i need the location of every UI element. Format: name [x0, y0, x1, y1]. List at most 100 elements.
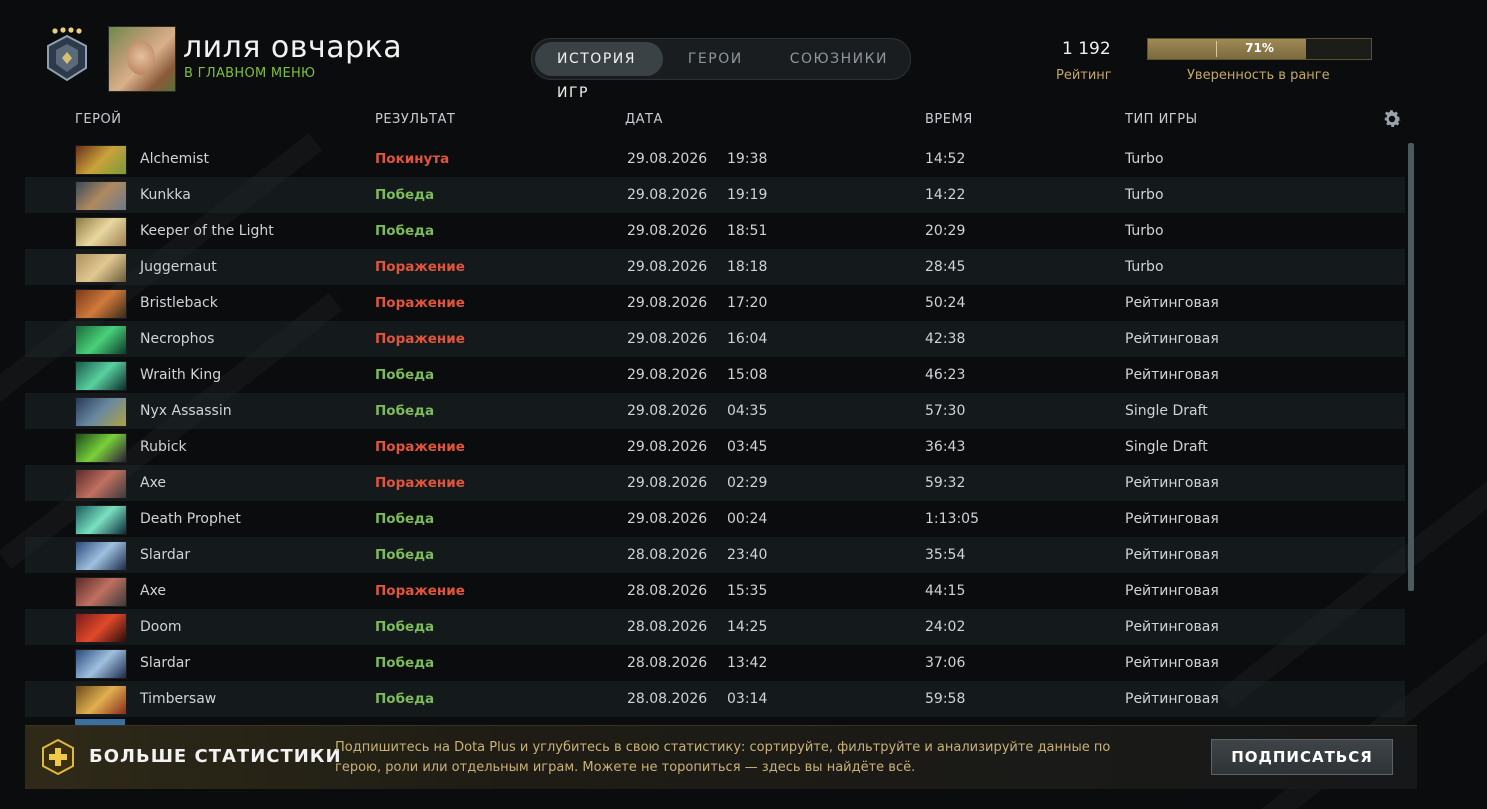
match-start-time: 02:29 [727, 475, 768, 491]
match-row[interactable]: Death Prophet Победа 29.08.2026 00:24 1:13:0… [25, 501, 1405, 537]
game-type: Рейтинговая [1125, 691, 1219, 707]
match-row[interactable]: Slardar Победа 28.08.2026 13:42 37:06 Рейтинг… [25, 645, 1405, 681]
match-start-time: 04:35 [727, 403, 768, 419]
subscribe-button[interactable]: ПОДПИСАТЬСЯ [1211, 739, 1393, 775]
match-start-time: 23:40 [727, 547, 768, 563]
profile-header: лиля овчарка В ГЛАВНОМ МЕНЮ ИСТОРИЯ ИГР … [0, 0, 1487, 101]
hero-portrait [75, 217, 127, 247]
match-start-time: 17:20 [727, 295, 768, 311]
match-row[interactable]: Wraith King Победа 29.08.2026 15:08 46:23 Рей… [25, 357, 1405, 393]
match-start-time: 13:42 [727, 655, 768, 671]
match-start-time: 18:51 [727, 223, 768, 239]
match-date: 29.08.2026 [627, 223, 708, 239]
gear-icon[interactable] [1381, 108, 1403, 130]
match-row[interactable]: Rubick Поражение 29.08.2026 03:45 36:43 Singl… [25, 429, 1405, 465]
match-result: Покинута [375, 151, 450, 167]
match-list: Alchemist Покинута 29.08.2026 19:38 14:52 Tur… [25, 141, 1417, 725]
hero-name: Wraith King [140, 367, 222, 383]
match-result: Победа [375, 547, 435, 563]
rank-confidence-percent: 71% [1245, 41, 1274, 55]
promo-description: Подпишитесь на Dota Plus и углубитесь в … [335, 740, 1111, 775]
dota-plus-promo: БОЛЬШЕ СТАТИСТИКИ Подпишитесь на Dota Pl… [25, 725, 1417, 789]
hero-name: Death Prophet [140, 511, 241, 527]
hero-name: Juggernaut [140, 259, 217, 275]
match-row[interactable]: Kunkka Победа 29.08.2026 19:19 14:22 Turbo [25, 177, 1405, 213]
match-start-time: 18:18 [727, 259, 768, 275]
scrollbar[interactable] [1408, 143, 1414, 591]
match-date: 29.08.2026 [627, 151, 708, 167]
match-duration: 36:43 [925, 439, 966, 455]
hero-portrait [75, 433, 127, 463]
match-date: 29.08.2026 [627, 259, 708, 275]
match-date: 28.08.2026 [627, 547, 708, 563]
hero-portrait [75, 397, 127, 427]
hero-name: Timbersaw [140, 691, 217, 707]
match-duration: 46:23 [925, 367, 966, 383]
game-type: Single Draft [1125, 439, 1208, 455]
hero-name: Doom [140, 619, 182, 635]
match-start-time: 14:25 [727, 619, 768, 635]
match-duration: 57:30 [925, 403, 966, 419]
hero-portrait [75, 613, 127, 643]
game-type: Single Draft [1125, 403, 1208, 419]
player-name: лиля овчарка [183, 30, 403, 65]
tab-allies[interactable]: СОЮЗНИКИ [768, 42, 910, 76]
match-result: Поражение [375, 295, 465, 311]
hero-portrait [75, 145, 127, 175]
match-duration: 59:32 [925, 475, 966, 491]
match-result: Победа [375, 223, 435, 239]
hero-name: Kunkka [140, 187, 191, 203]
match-result: Победа [375, 619, 435, 635]
game-type: Turbo [1125, 151, 1164, 167]
hero-name: Nyx Assassin [140, 403, 232, 419]
match-result: Поражение [375, 475, 465, 491]
match-result: Победа [375, 187, 435, 203]
column-game-type: ТИП ИГРЫ [1125, 112, 1198, 127]
match-date: 28.08.2026 [627, 691, 708, 707]
game-type: Рейтинговая [1125, 583, 1219, 599]
match-result: Победа [375, 367, 435, 383]
hero-portrait [75, 289, 127, 319]
hero-portrait [75, 577, 127, 607]
hero-portrait [75, 361, 127, 391]
match-duration: 35:54 [925, 547, 966, 563]
hero-portrait [75, 469, 127, 499]
match-result: Поражение [375, 583, 465, 599]
table-header: ГЕРОЙ РЕЗУЛЬТАТ ДАТА ВРЕМЯ ТИП ИГРЫ [0, 108, 1487, 132]
match-row[interactable]: Slardar Победа 28.08.2026 23:40 35:54 Рейтинг… [25, 537, 1405, 573]
match-date: 29.08.2026 [627, 439, 708, 455]
game-type: Turbo [1125, 259, 1164, 275]
column-date: ДАТА [625, 112, 663, 127]
rank-medal-icon [47, 27, 87, 82]
hero-name: Slardar [140, 655, 191, 671]
match-start-time: 16:04 [727, 331, 768, 347]
match-start-time: 19:38 [727, 151, 768, 167]
avatar[interactable] [108, 26, 176, 92]
match-start-time: 15:35 [727, 583, 768, 599]
match-row[interactable]: Juggernaut Поражение 29.08.2026 18:18 28:45 T… [25, 249, 1405, 285]
match-duration: 24:02 [925, 619, 966, 635]
game-type: Рейтинговая [1125, 475, 1219, 491]
tab-heroes[interactable]: ГЕРОИ [666, 42, 765, 76]
match-duration: 50:24 [925, 295, 966, 311]
hero-name: Bristleback [140, 295, 218, 311]
match-row[interactable]: Necrophos Поражение 29.08.2026 16:04 42:38 Ре… [25, 321, 1405, 357]
match-row[interactable]: Alchemist Покинута 29.08.2026 19:38 14:52 Tur… [25, 141, 1405, 177]
match-row[interactable]: Axe Поражение 28.08.2026 15:35 44:15 Рейтинго… [25, 573, 1405, 609]
match-row[interactable]: Bristleback Поражение 29.08.2026 17:20 50:24… [25, 285, 1405, 321]
hero-name: Alchemist [140, 151, 209, 167]
match-duration: 59:58 [925, 691, 966, 707]
rating-value: 1 192 [1062, 39, 1111, 59]
match-date: 29.08.2026 [627, 187, 708, 203]
tab-match-history[interactable]: ИСТОРИЯ ИГР [535, 42, 663, 101]
match-row[interactable]: Doom Победа 28.08.2026 14:25 24:02 Рейтингова… [25, 609, 1405, 645]
match-result: Победа [375, 403, 435, 419]
match-row[interactable]: Timbersaw Победа 28.08.2026 03:14 59:58 Рейти… [25, 681, 1405, 717]
hero-portrait [75, 181, 127, 211]
hero-portrait [75, 685, 127, 715]
match-row[interactable]: Axe Поражение 29.08.2026 02:29 59:32 Рейтинго… [25, 465, 1405, 501]
match-row[interactable]: Nyx Assassin Победа 29.08.2026 04:35 57:30 Si… [25, 393, 1405, 429]
hero-portrait [75, 649, 127, 679]
match-row[interactable]: Keeper of the Light Победа 29.08.2026 18:51… [25, 213, 1405, 249]
match-result: Поражение [375, 331, 465, 347]
